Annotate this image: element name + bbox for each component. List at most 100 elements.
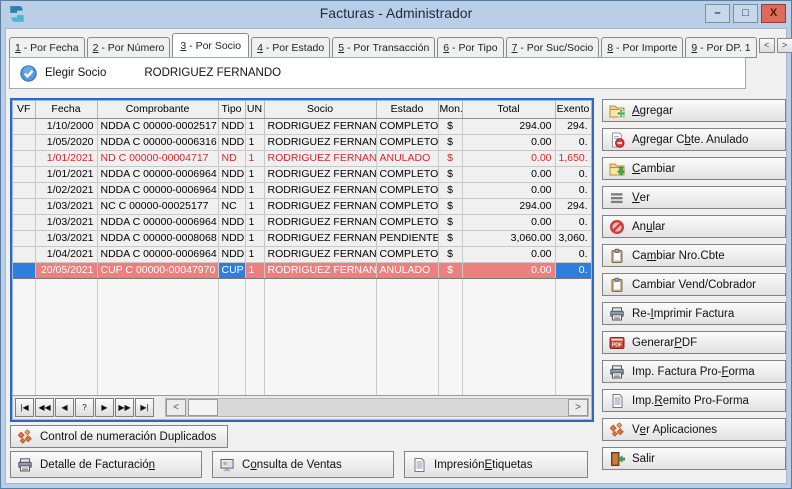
cell-vf[interactable] — [13, 198, 35, 214]
tab-scroll-right-button[interactable]: > — [777, 38, 792, 53]
tab-3[interactable]: 3 - Por Socio — [172, 33, 249, 58]
cell-fecha[interactable]: 1/10/2000 — [35, 118, 97, 134]
minimize-button[interactable]: – — [705, 4, 730, 23]
column-header[interactable]: Tipo — [218, 101, 245, 118]
cell-fecha[interactable]: 1/03/2021 — [35, 214, 97, 230]
table-row[interactable]: 1/10/2000NDDA C 00000-0002517NDD1RODRIGU… — [13, 118, 591, 134]
cell-mon[interactable]: $ — [438, 166, 462, 182]
cambiar-vend-cobrador-button[interactable]: Cambiar Vend/Cobrador — [602, 273, 786, 296]
cell-total[interactable]: 3,060.00 — [462, 230, 555, 246]
cell-un[interactable]: 1 — [245, 262, 264, 278]
table-row[interactable]: 1/04/2021NDDA C 00000-0006964NDD1RODRIGU… — [13, 246, 591, 262]
tab-8[interactable]: 8 - Por Importe — [601, 37, 683, 58]
cell-vf[interactable] — [13, 118, 35, 134]
cell-vf[interactable] — [13, 182, 35, 198]
table-row[interactable]: 1/03/2021NC C 00000-00025177NC1RODRIGUEZ… — [13, 198, 591, 214]
cell-socio[interactable]: RODRIGUEZ FERNAND — [264, 214, 376, 230]
cell-exento[interactable]: 1,650. — [555, 150, 591, 166]
impresion-etiquetas-button[interactable]: Impresión Etiquetas — [404, 451, 588, 478]
cell-vf[interactable] — [13, 262, 35, 278]
cell-estado[interactable]: COMPLETO — [376, 246, 438, 262]
cell-total[interactable]: 294.00 — [462, 118, 555, 134]
nav-prior-button[interactable]: ◀ — [55, 398, 74, 417]
ver-aplicaciones-button[interactable]: Ver Aplicaciones — [602, 418, 786, 441]
cell-un[interactable]: 1 — [245, 198, 264, 214]
column-header[interactable]: VF — [13, 101, 35, 118]
cell-un[interactable]: 1 — [245, 166, 264, 182]
cell-comprobante[interactable]: NDDA C 00000-0006964 — [97, 214, 218, 230]
tab-7[interactable]: 7 - Por Suc/Socio — [506, 37, 600, 58]
cell-total[interactable]: 0.00 — [462, 134, 555, 150]
cambiar-nro-cbte-button[interactable]: Cambiar Nro.Cbte — [602, 244, 786, 267]
cell-comprobante[interactable]: NDDA C 00000-0006964 — [97, 246, 218, 262]
cell-estado[interactable]: ANULADO — [376, 262, 438, 278]
column-header[interactable]: Mon. — [438, 101, 462, 118]
cell-total[interactable]: 0.00 — [462, 246, 555, 262]
cell-comprobante[interactable]: NDDA C 00000-0006316 — [97, 134, 218, 150]
cell-tipo[interactable]: CUP — [218, 262, 245, 278]
cell-mon[interactable]: $ — [438, 198, 462, 214]
agregar-cbte-anulado-button[interactable]: Agregar Cbte. Anulado — [602, 128, 786, 151]
cell-un[interactable]: 1 — [245, 214, 264, 230]
close-button[interactable]: X — [761, 4, 786, 23]
cell-comprobante[interactable]: NC C 00000-00025177 — [97, 198, 218, 214]
cell-fecha[interactable]: 1/04/2021 — [35, 246, 97, 262]
cell-exento[interactable]: 0. — [555, 246, 591, 262]
cell-total[interactable]: 0.00 — [462, 262, 555, 278]
table-row[interactable]: 1/03/2021NDDA C 00000-0006964NDD1RODRIGU… — [13, 214, 591, 230]
cell-estado[interactable]: COMPLETO — [376, 134, 438, 150]
column-header[interactable]: Estado — [376, 101, 438, 118]
cell-mon[interactable]: $ — [438, 182, 462, 198]
cell-socio[interactable]: RODRIGUEZ FERNAND — [264, 166, 376, 182]
cell-fecha[interactable]: 1/01/2021 — [35, 150, 97, 166]
cell-exento[interactable]: 0. — [555, 262, 591, 278]
column-header[interactable]: Fecha — [35, 101, 97, 118]
cell-estado[interactable]: PENDIENTE — [376, 230, 438, 246]
cell-total[interactable]: 0.00 — [462, 150, 555, 166]
cell-mon[interactable]: $ — [438, 214, 462, 230]
cell-exento[interactable]: 0. — [555, 182, 591, 198]
cell-socio[interactable]: RODRIGUEZ FERNAND — [264, 246, 376, 262]
tab-scroll-left-button[interactable]: < — [759, 38, 775, 53]
tab-2[interactable]: 2 - Por Número — [87, 37, 171, 58]
cell-un[interactable]: 1 — [245, 246, 264, 262]
table-row[interactable]: 1/03/2021NDDA C 00000-0008068NDD1RODRIGU… — [13, 230, 591, 246]
imp-remito-pro-forma-button[interactable]: Imp. Remito Pro-Forma — [602, 389, 786, 412]
tab-9[interactable]: 9 - Por DP. 1 — [685, 37, 756, 58]
tab-1[interactable]: 1 - Por Fecha — [9, 37, 85, 58]
nav-last-button[interactable]: ▶| — [135, 398, 154, 417]
cell-vf[interactable] — [13, 166, 35, 182]
column-header[interactable]: Total — [462, 101, 555, 118]
invoice-grid[interactable]: VFFechaComprobanteTipoUNSocioEstadoMon.T… — [10, 98, 594, 422]
nav-first-button[interactable]: |◀ — [15, 398, 34, 417]
nav-prior-page-button[interactable]: ◀◀ — [35, 398, 54, 417]
cell-comprobante[interactable]: NDDA C 00000-0008068 — [97, 230, 218, 246]
cell-total[interactable]: 0.00 — [462, 182, 555, 198]
cell-exento[interactable]: 294. — [555, 118, 591, 134]
cell-un[interactable]: 1 — [245, 182, 264, 198]
cell-total[interactable]: 0.00 — [462, 214, 555, 230]
cambiar-button[interactable]: Cambiar — [602, 157, 786, 180]
cell-un[interactable]: 1 — [245, 134, 264, 150]
control-numeracion-duplicados-button[interactable]: Control de numeración Duplicados — [10, 425, 228, 448]
cell-mon[interactable]: $ — [438, 134, 462, 150]
cell-mon[interactable]: $ — [438, 230, 462, 246]
cell-tipo[interactable]: NDD — [218, 246, 245, 262]
cell-socio[interactable]: RODRIGUEZ FERNAND — [264, 118, 376, 134]
cell-comprobante[interactable]: NDDA C 00000-0006964 — [97, 182, 218, 198]
cell-estado[interactable]: COMPLETO — [376, 214, 438, 230]
cell-tipo[interactable]: NDD — [218, 230, 245, 246]
cell-fecha[interactable]: 1/03/2021 — [35, 230, 97, 246]
cell-exento[interactable]: 294. — [555, 198, 591, 214]
cell-vf[interactable] — [13, 134, 35, 150]
horizontal-scrollbar[interactable]: < > — [165, 398, 589, 417]
column-header[interactable]: UN — [245, 101, 264, 118]
scrollbar-thumb[interactable] — [188, 399, 218, 416]
cell-comprobante[interactable]: NDDA C 00000-0006964 — [97, 166, 218, 182]
table-row[interactable]: 1/01/2021ND C 00000-00004717ND1RODRIGUEZ… — [13, 150, 591, 166]
cell-comprobante[interactable]: ND C 00000-00004717 — [97, 150, 218, 166]
cell-socio[interactable]: RODRIGUEZ FERNAND — [264, 134, 376, 150]
cell-vf[interactable] — [13, 230, 35, 246]
cell-socio[interactable]: RODRIGUEZ FERNAND — [264, 182, 376, 198]
cell-tipo[interactable]: ND — [218, 150, 245, 166]
